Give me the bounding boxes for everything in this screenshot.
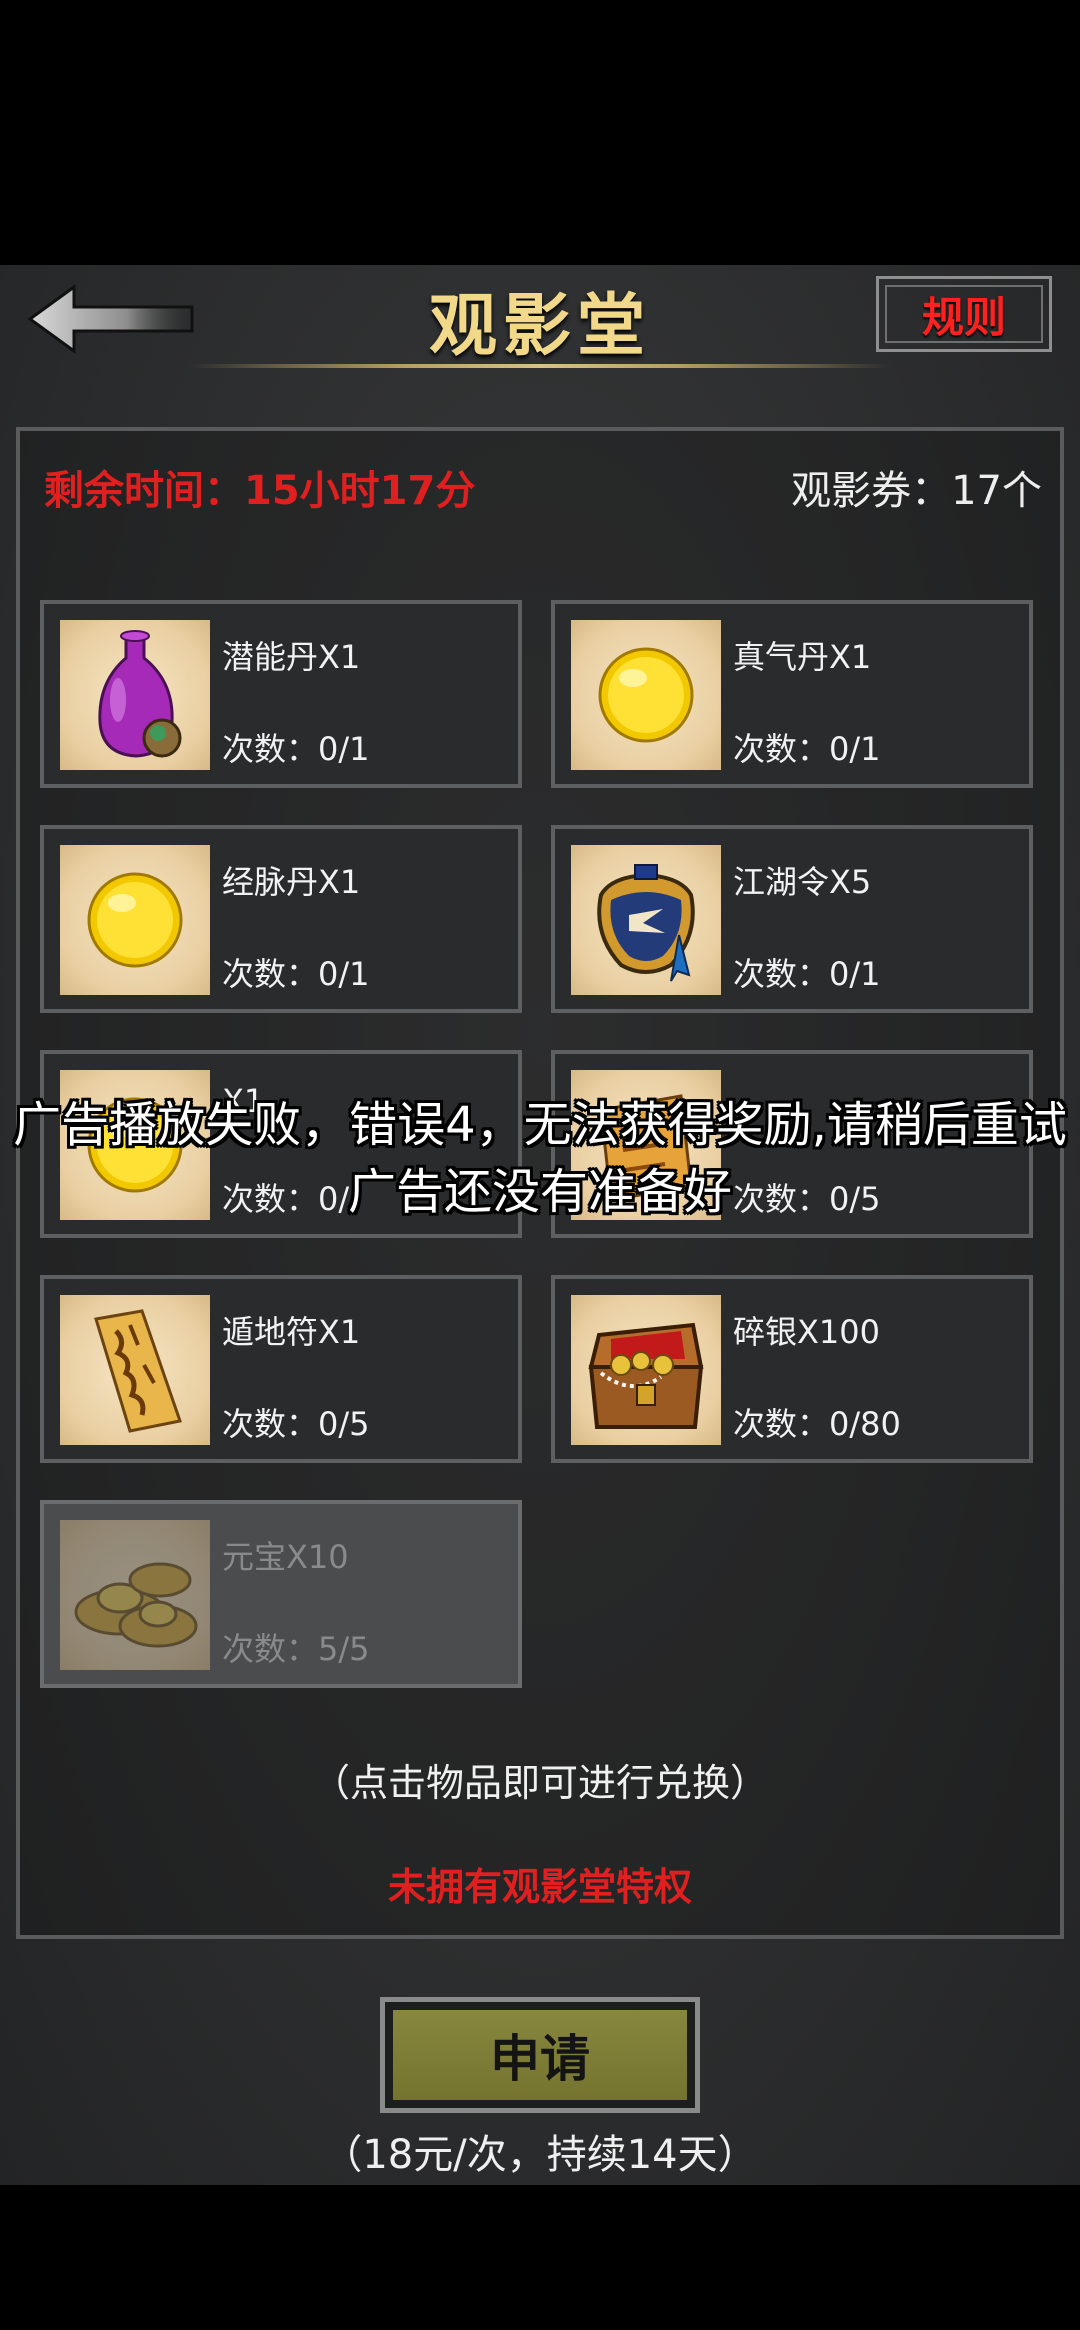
item-count: 次数：0/5 [222, 1405, 370, 1443]
rules-label: 规则 [921, 292, 1006, 342]
gold-ingot-icon [60, 1520, 210, 1670]
item-card[interactable]: 经脉丹X1 次数：0/1 [40, 825, 522, 1013]
item-count: 次数：0/80 [733, 1405, 901, 1443]
item-card[interactable]: 真气丹X1 次数：0/1 [551, 600, 1033, 788]
price-info: （18元/次，持续14天） [322, 2132, 758, 2178]
item-card[interactable]: 碎银X100 次数：0/80 [551, 1275, 1033, 1463]
item-name: 潜能丹X1 [222, 638, 361, 676]
item-card[interactable]: 江湖令X5 次数：0/1 [551, 825, 1033, 1013]
toast-message: 广告还没有准备好 [347, 1164, 732, 1220]
ticket-count: 观影券：17个 [791, 468, 1042, 514]
title-divider [190, 364, 890, 368]
item-name: 真气丹X1 [733, 638, 872, 676]
jianghu-token-bag-icon [571, 845, 721, 995]
rules-button[interactable]: 规则 [876, 276, 1052, 352]
item-name: 江湖令X5 [733, 863, 872, 901]
purple-vase-icon [60, 620, 210, 770]
item-card[interactable]: 遁地符X1 次数：0/5 [40, 1275, 522, 1463]
item-count: 次数：0/1 [733, 730, 881, 768]
item-name: 碎银X100 [733, 1313, 881, 1351]
gold-pill-icon [60, 845, 210, 995]
item-name: 元宝X10 [222, 1538, 349, 1576]
item-card[interactable]: 元宝X10 次数：5/5 [40, 1500, 522, 1688]
privilege-status: 未拥有观影堂特权 [387, 1865, 692, 1909]
apply-button[interactable]: 申请 [380, 1997, 700, 2113]
item-count: 次数：5/5 [222, 1630, 370, 1668]
item-count: 次数：0/1 [222, 955, 370, 993]
item-name: 经脉丹X1 [222, 863, 361, 901]
apply-button-face: 申请 [393, 2010, 687, 2100]
talisman-icon [60, 1295, 210, 1445]
item-count: 次数：0/1 [733, 955, 881, 993]
gold-pill-icon [571, 620, 721, 770]
item-count: 次数：0/1 [222, 730, 370, 768]
item-name: 遁地符X1 [222, 1313, 361, 1351]
item-card[interactable]: 潜能丹X1 次数：0/1 [40, 600, 522, 788]
remaining-time: 剩余时间：15小时17分 [44, 468, 476, 514]
apply-label: 申请 [490, 2030, 590, 2088]
treasure-chest-icon [571, 1295, 721, 1445]
toast-message: 广告播放失败，错误4，无法获得奖励,请稍后重试 [13, 1097, 1067, 1153]
exchange-hint: （点击物品即可进行兑换） [311, 1761, 768, 1805]
